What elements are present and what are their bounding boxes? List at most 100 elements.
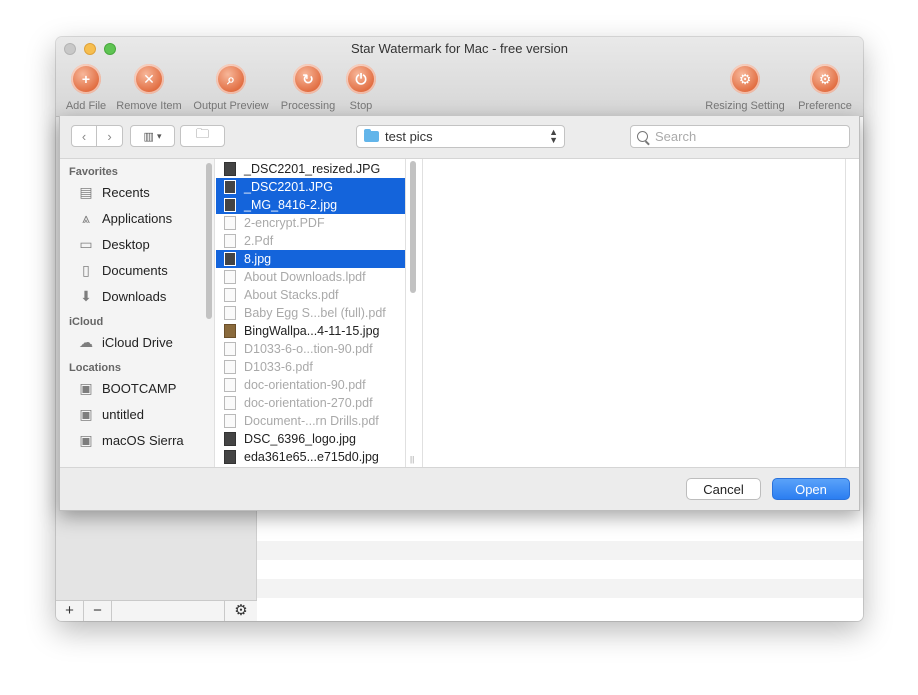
resize-settings-icon: ⚙ — [730, 64, 760, 94]
sidebar-header-locations: Locations — [69, 362, 121, 374]
back-button[interactable]: ‹ — [71, 125, 97, 147]
remove-icon: ✕ — [134, 64, 164, 94]
file-name: eda361e65...e715d0.jpg — [244, 450, 379, 464]
search-placeholder: Search — [655, 129, 697, 144]
window-title: Star Watermark for Mac - free version — [351, 41, 568, 56]
location-label: test pics — [385, 129, 433, 144]
file-row[interactable]: _DSC2201.JPG — [216, 178, 405, 196]
processing-label: Processing — [280, 100, 336, 112]
desktop-icon: ▭ — [79, 235, 93, 252]
sidebar-header-icloud: iCloud — [69, 316, 104, 328]
search-field[interactable]: Search — [630, 125, 850, 148]
sidebar-item-label: Recents — [102, 184, 150, 200]
gear-icon[interactable]: ⚙ — [225, 601, 257, 621]
preview-icon: ⌕ — [216, 64, 246, 94]
sidebar-item-label: Downloads — [102, 288, 167, 304]
column-divider — [422, 159, 423, 467]
image-file-icon — [224, 252, 236, 266]
sidebar-item-icloud-drive[interactable]: ☁ iCloud Drive — [60, 329, 214, 355]
sidebar-header-favorites: Favorites — [69, 166, 118, 178]
file-name: _DSC2201_resized.JPG — [244, 162, 381, 176]
sidebar-scrollbar[interactable] — [206, 163, 212, 319]
add-item-button[interactable]: + — [56, 601, 84, 621]
table-row — [257, 579, 863, 598]
folder-icon — [364, 129, 379, 142]
sidebar-item-label: iCloud Drive — [102, 334, 173, 350]
file-row[interactable]: doc-orientation-270.pdf — [216, 394, 405, 412]
pdf-file-icon — [224, 306, 236, 320]
file-name: BingWallpa...4-11-15.jpg — [244, 324, 380, 338]
preference-button[interactable]: ⚙ Preference — [794, 64, 856, 112]
file-row[interactable]: D1033-6.pdf — [216, 358, 405, 376]
remove-item-small-button[interactable]: − — [84, 601, 112, 621]
file-row[interactable]: Document-...rn Drills.pdf — [216, 412, 405, 430]
image-file-icon — [224, 198, 236, 212]
file-row[interactable]: About Stacks.pdf — [216, 286, 405, 304]
recents-icon: ▤ — [79, 183, 93, 200]
open-button[interactable]: Open — [772, 478, 850, 500]
sidebar-item-recents[interactable]: ▤ Recents — [60, 179, 214, 205]
sidebar-item-label: BOOTCAMP — [102, 380, 177, 396]
file-name: D1033-6.pdf — [244, 360, 313, 374]
pdf-file-icon — [224, 342, 236, 356]
file-row[interactable]: BingWallpa...4-11-15.jpg — [216, 322, 405, 340]
file-row[interactable]: 8.jpg — [216, 250, 405, 268]
file-name: _MG_8416-2.jpg — [244, 198, 338, 212]
chevron-left-icon: ‹ — [81, 128, 87, 144]
file-row[interactable]: 2.Pdf — [216, 232, 405, 250]
pdf-file-icon — [224, 270, 236, 284]
chevron-down-icon: ▾ — [156, 130, 162, 141]
file-row[interactable]: eda361e65...e715d0.jpg — [216, 448, 405, 466]
file-column-scrollbar[interactable] — [410, 161, 416, 293]
add-file-button[interactable]: + Add File — [60, 64, 112, 112]
file-row[interactable]: Baby Egg S...bel (full).pdf — [216, 304, 405, 322]
remove-item-label: Remove Item — [116, 100, 182, 112]
file-name: 2-encrypt.PDF — [244, 216, 325, 230]
stop-button[interactable]: ⏻ Stop — [344, 64, 378, 112]
new-folder-button[interactable]: 🗀 — [180, 125, 225, 147]
view-mode-button[interactable]: ▥ ▾ — [130, 125, 175, 147]
disk-icon: ▣ — [79, 405, 93, 422]
cancel-button[interactable]: Cancel — [686, 478, 761, 500]
sidebar-item-desktop[interactable]: ▭ Desktop — [60, 231, 214, 257]
sidebar-item-documents[interactable]: ▯ Documents — [60, 257, 214, 283]
file-name: D1033-6-o...tion-90.pdf — [244, 342, 373, 356]
pdf-file-icon — [224, 288, 236, 302]
sidebar-item-label: macOS Sierra — [102, 432, 184, 448]
output-preview-label: Output Preview — [193, 100, 269, 112]
downloads-icon: ⬇ — [80, 287, 92, 304]
add-file-label: Add File — [65, 100, 107, 112]
sidebar-item-bootcamp[interactable]: ▣ BOOTCAMP — [60, 375, 214, 401]
image-file-icon — [224, 432, 236, 446]
file-row[interactable]: _MG_8416-2.jpg — [216, 196, 405, 214]
file-row[interactable]: D1033-6-o...tion-90.pdf — [216, 340, 405, 358]
resizing-setting-button[interactable]: ⚙ Resizing Setting — [701, 64, 789, 112]
processing-button[interactable]: ↻ Processing — [278, 64, 338, 112]
stop-label: Stop — [349, 100, 373, 112]
file-browser: Favorites ▤ Recents ⩓ Applications ▭ Desktop ▯… — [60, 158, 859, 468]
forward-button[interactable]: › — [97, 125, 123, 147]
pdf-file-icon — [224, 414, 236, 428]
file-row[interactable]: DSC_6396_logo.jpg — [216, 430, 405, 448]
file-row[interactable]: _DSC2201_resized.JPG — [216, 160, 405, 178]
sidebar-item-label: Documents — [102, 262, 168, 278]
sidebar-item-applications[interactable]: ⩓ Applications — [60, 205, 214, 231]
sidebar-item-untitled[interactable]: ▣ untitled — [60, 401, 214, 427]
title-bar: Star Watermark for Mac - free version + … — [56, 37, 863, 117]
list-bottom-bar: + − ⚙ — [56, 600, 257, 621]
sidebar-item-macos-sierra[interactable]: ▣ macOS Sierra — [60, 427, 214, 453]
file-row[interactable]: doc-orientation-90.pdf — [216, 376, 405, 394]
file-name: Document-...rn Drills.pdf — [244, 414, 379, 428]
resizing-setting-label: Resizing Setting — [705, 100, 785, 112]
output-preview-button[interactable]: ⌕ Output Preview — [190, 64, 272, 112]
column-resize-handle[interactable]: || — [410, 455, 414, 464]
file-row[interactable]: About Downloads.lpdf — [216, 268, 405, 286]
sidebar-item-downloads[interactable]: ⬇ Downloads — [60, 283, 214, 309]
updown-arrows-icon: ▲ ▼ — [549, 127, 558, 145]
image-file-icon — [224, 180, 236, 194]
file-row[interactable]: 2-encrypt.PDF — [216, 214, 405, 232]
new-folder-icon: 🗀 — [195, 126, 209, 141]
sheet-toolbar: ‹ › ▥ ▾ 🗀 test pics ▲ ▼ Search — [60, 116, 859, 158]
location-popup[interactable]: test pics ▲ ▼ — [356, 125, 565, 148]
remove-item-button[interactable]: ✕ Remove Item — [114, 64, 184, 112]
